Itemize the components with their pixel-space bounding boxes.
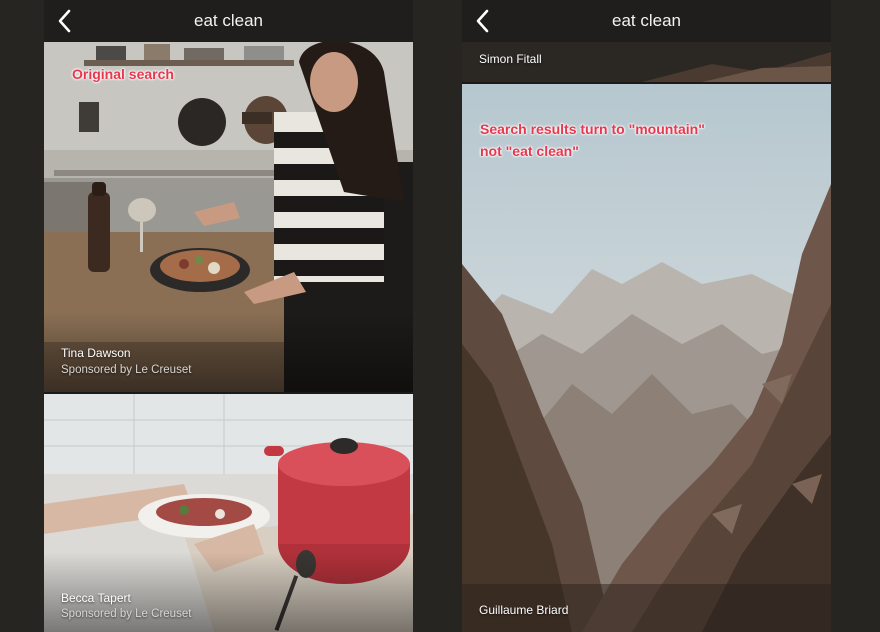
annotation-line-1: Search results turn to "mountain" xyxy=(480,121,705,137)
result-author[interactable]: Becca Tapert xyxy=(61,591,131,605)
result-change-annotation: Search results turn to "mountain" not "e… xyxy=(480,118,705,162)
nav-bar: eat clean xyxy=(44,0,413,42)
result-author[interactable]: Simon Fitall xyxy=(479,52,542,66)
result-author[interactable]: Tina Dawson xyxy=(61,346,131,360)
result-card-dutch-oven[interactable]: Becca Tapert Sponsored by Le Creuset xyxy=(44,394,413,632)
result-author[interactable]: Guillaume Briard xyxy=(479,603,568,617)
result-card-kitchen[interactable]: Original search Tina Dawson Sponsored by… xyxy=(44,42,413,392)
result-card-simon[interactable]: Simon Fitall xyxy=(462,42,831,82)
original-search-annotation: Original search xyxy=(72,66,174,82)
right-screen: eat clean Simon Fitall Search results tu… xyxy=(462,0,831,632)
result-card-mountain[interactable]: Search results turn to "mountain" not "e… xyxy=(462,84,831,632)
nav-bar: eat clean xyxy=(462,0,831,42)
annotation-line-2: not "eat clean" xyxy=(480,143,579,159)
mountain-photo xyxy=(462,84,831,632)
left-screen: eat clean Original search Tina Dawson Sp… xyxy=(44,0,413,632)
result-sponsor[interactable]: Sponsored by Le Creuset xyxy=(61,608,191,620)
search-title: eat clean xyxy=(194,11,263,30)
result-sponsor[interactable]: Sponsored by Le Creuset xyxy=(61,364,191,376)
search-title: eat clean xyxy=(612,11,681,30)
